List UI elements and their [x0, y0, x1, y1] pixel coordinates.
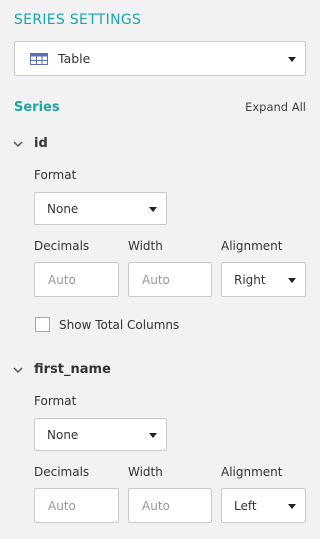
series-first-name-alignment-label: Alignment — [221, 465, 283, 479]
series-id-width-label: Width — [128, 239, 163, 253]
series-id-name: id — [34, 136, 48, 151]
series-first-name-decimals-input[interactable]: Auto — [34, 488, 119, 523]
series-id-alignment-select[interactable]: Right — [221, 262, 306, 297]
panel-title: SERIES SETTINGS — [14, 12, 142, 28]
series-id-decimals-input[interactable]: Auto — [34, 262, 119, 297]
chevron-down-icon — [288, 57, 296, 62]
chevron-down-icon — [13, 367, 23, 374]
visualization-type-value: Table — [58, 51, 91, 66]
series-section-title: Series — [14, 100, 60, 115]
series-id-format-value: None — [47, 201, 79, 216]
series-settings-panel: SERIES SETTINGS Table Series Expand All … — [0, 0, 316, 539]
series-first-name-alignment-select[interactable]: Left — [221, 488, 306, 523]
chevron-down-icon — [149, 207, 157, 212]
series-first-name-format-label: Format — [34, 394, 77, 408]
show-total-columns-checkbox[interactable] — [35, 317, 50, 332]
chevron-down-icon — [288, 504, 296, 509]
chevron-down-icon — [149, 433, 157, 438]
series-first-name-format-value: None — [47, 427, 79, 442]
show-total-columns-label: Show Total Columns — [59, 318, 180, 332]
series-first-name-width-input[interactable]: Auto — [128, 488, 212, 523]
series-first-name-format-select[interactable]: None — [34, 418, 167, 451]
series-first-name-collapse-toggle[interactable] — [13, 366, 23, 374]
expand-all-link[interactable]: Expand All — [245, 100, 306, 114]
chevron-down-icon — [13, 141, 23, 148]
series-id-width-placeholder: Auto — [142, 272, 170, 287]
series-first-name-alignment-value: Left — [234, 498, 257, 513]
chevron-down-icon — [288, 278, 296, 283]
visualization-type-select[interactable]: Table — [14, 41, 306, 76]
series-first-name-name: first_name — [34, 362, 111, 377]
series-id-width-input[interactable]: Auto — [128, 262, 212, 297]
series-id-decimals-label: Decimals — [34, 239, 90, 253]
series-first-name-width-label: Width — [128, 465, 163, 479]
series-first-name-decimals-label: Decimals — [34, 465, 90, 479]
series-id-format-label: Format — [34, 168, 77, 182]
series-id-decimals-placeholder: Auto — [48, 272, 76, 287]
series-id-alignment-value: Right — [234, 272, 266, 287]
series-id-format-select[interactable]: None — [34, 192, 167, 225]
series-first-name-decimals-placeholder: Auto — [48, 498, 76, 513]
series-id-alignment-label: Alignment — [221, 239, 283, 253]
series-first-name-width-placeholder: Auto — [142, 498, 170, 513]
table-icon — [30, 52, 48, 65]
series-id-collapse-toggle[interactable] — [13, 140, 23, 148]
